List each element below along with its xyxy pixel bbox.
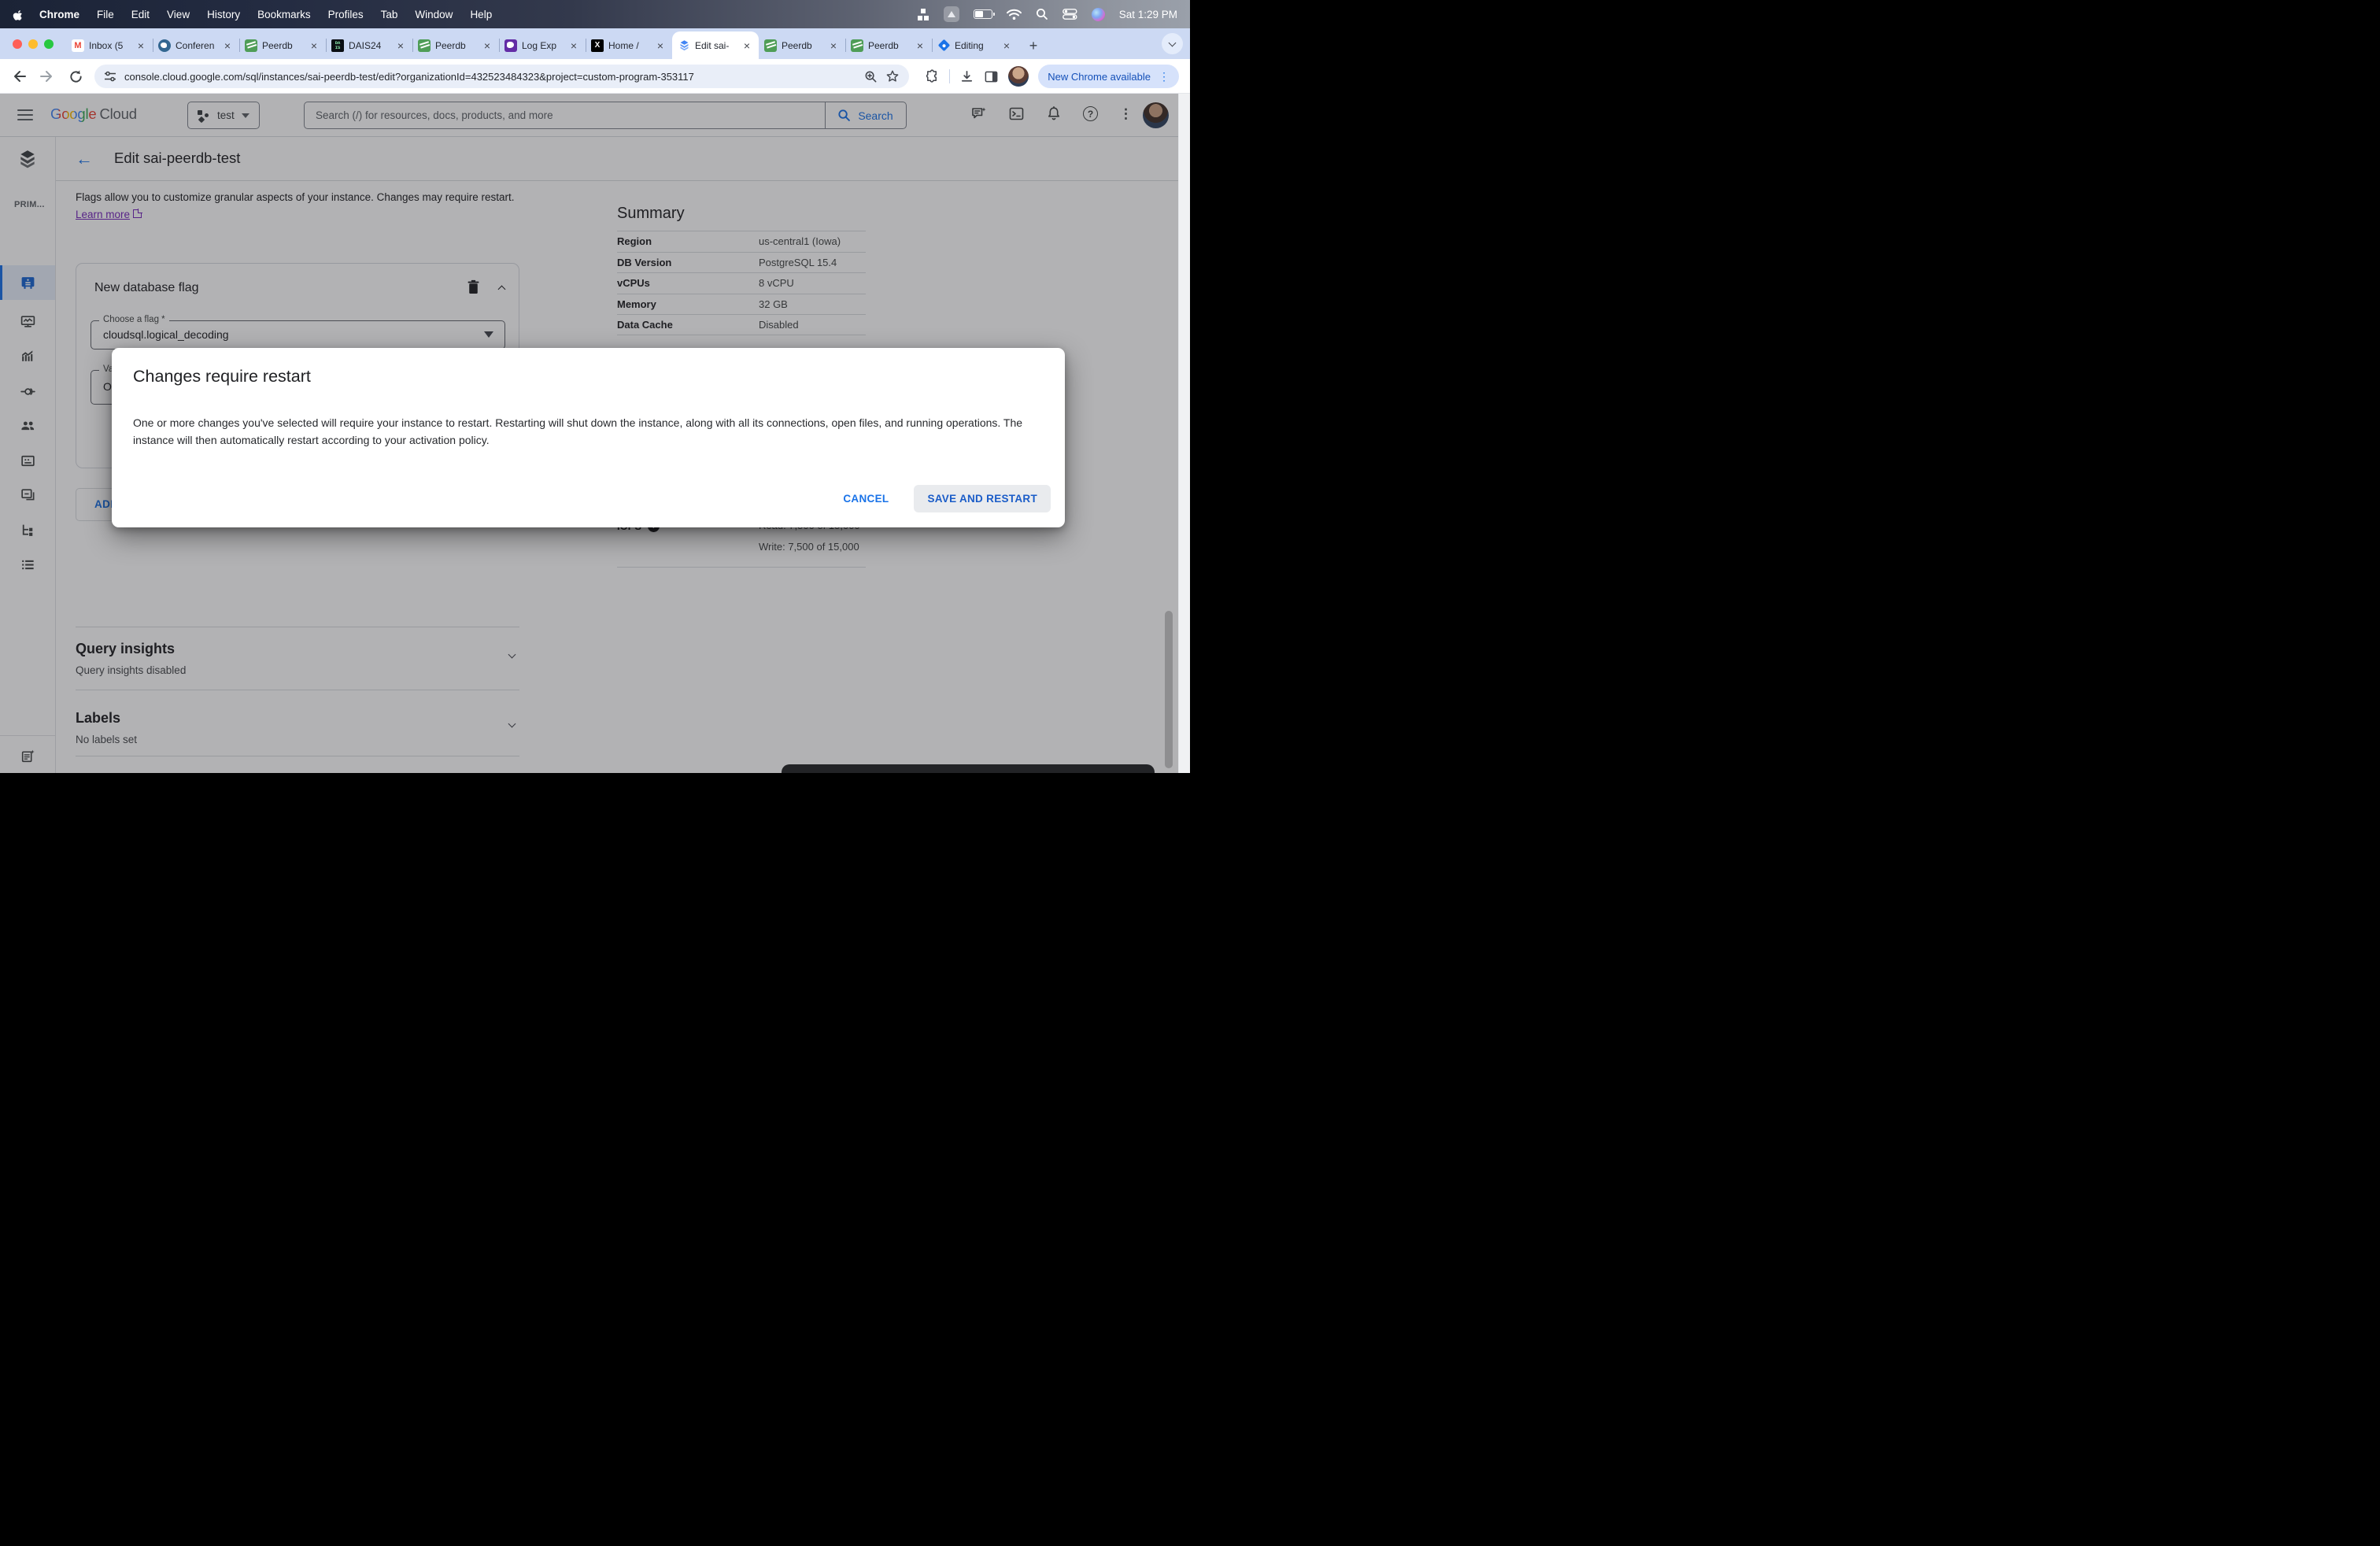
zoom-icon[interactable] — [864, 70, 878, 83]
tab-close-icon[interactable] — [827, 39, 840, 52]
back-button[interactable] — [8, 65, 30, 87]
menu-window[interactable]: Window — [415, 9, 453, 20]
tab-label: Inbox (5 — [89, 39, 124, 51]
chrome-toolbar: console.cloud.google.com/sql/instances/s… — [0, 59, 1190, 94]
extensions-icon[interactable] — [925, 68, 940, 84]
tab-conference[interactable]: Conferen — [153, 31, 239, 59]
address-bar[interactable]: console.cloud.google.com/sql/instances/s… — [94, 65, 909, 88]
menu-history[interactable]: History — [207, 9, 240, 20]
tab-close-icon[interactable] — [481, 39, 493, 52]
tab-close-icon[interactable] — [394, 39, 407, 52]
menu-bookmarks[interactable]: Bookmarks — [257, 9, 311, 20]
macos-menu-bar: Chrome File Edit View History Bookmarks … — [0, 0, 1190, 28]
dais-icon: DA IS — [331, 39, 344, 52]
diamond-icon — [937, 39, 950, 52]
tab-peerdb-4[interactable]: Peerdb — [845, 31, 932, 59]
peerdb-icon — [418, 39, 431, 52]
tab-inbox[interactable]: Inbox (5 — [66, 31, 153, 59]
window-controls — [13, 39, 54, 49]
peerdb-icon — [245, 39, 257, 52]
tab-close-icon[interactable] — [221, 39, 234, 52]
zoom-window-button[interactable] — [44, 39, 54, 49]
postgres-icon — [158, 39, 171, 52]
side-panel-icon[interactable] — [984, 69, 999, 84]
tab-label: DAIS24 — [349, 39, 382, 51]
tab-close-icon[interactable] — [914, 39, 926, 52]
tab-label: Home / — [608, 39, 639, 51]
tab-close-icon[interactable] — [135, 39, 147, 52]
tab-home-x[interactable]: Home / — [586, 31, 672, 59]
menubar-app-name[interactable]: Chrome — [39, 9, 79, 20]
tab-label: Peerdb — [782, 39, 812, 51]
menubar-app-icon[interactable] — [943, 6, 959, 22]
x-icon — [591, 39, 604, 52]
tab-close-icon[interactable] — [308, 39, 320, 52]
tab-search-button[interactable] — [1162, 33, 1183, 54]
menu-profiles[interactable]: Profiles — [328, 9, 364, 20]
chrome-update-label: New Chrome available — [1048, 70, 1151, 83]
toolbar-divider — [949, 69, 951, 83]
menu-tab[interactable]: Tab — [381, 9, 398, 20]
tab-peerdb-2[interactable]: Peerdb — [412, 31, 499, 59]
tab-label: Peerdb — [262, 39, 293, 51]
url-text[interactable]: console.cloud.google.com/sql/instances/s… — [124, 71, 856, 83]
tab-peerdb-1[interactable]: Peerdb — [239, 31, 326, 59]
control-center-icon[interactable] — [1062, 9, 1077, 20]
chrome-tab-strip: Inbox (5 Conferen Peerdb DAIS DAIS24 Pee… — [0, 28, 1190, 59]
minimize-window-button[interactable] — [28, 39, 38, 49]
browser-scrollbar-track[interactable] — [1178, 94, 1190, 773]
screen: Chrome File Edit View History Bookmarks … — [0, 0, 1190, 773]
tab-label: Conferen — [176, 39, 215, 51]
download-icon[interactable] — [959, 69, 974, 84]
new-tab-button[interactable] — [1023, 35, 1044, 56]
apple-logo-icon[interactable] — [13, 8, 25, 20]
tab-close-icon[interactable] — [741, 39, 753, 52]
reload-button[interactable] — [65, 65, 87, 87]
menu-help[interactable]: Help — [470, 9, 492, 20]
peerdb-icon — [764, 39, 777, 52]
tab-label: Editing — [955, 39, 984, 51]
tab-editing[interactable]: Editing — [932, 31, 1018, 59]
wifi-icon[interactable] — [1006, 9, 1022, 20]
siri-icon[interactable] — [1091, 7, 1105, 21]
dialog-title: Changes require restart — [133, 367, 311, 386]
forward-button[interactable] — [36, 65, 58, 87]
background-window-edge — [782, 764, 1155, 773]
chrome-profile-avatar[interactable] — [1008, 66, 1029, 87]
tabs: Inbox (5 Conferen Peerdb DAIS DAIS24 Pee… — [66, 31, 1018, 59]
window-tiling-icon[interactable] — [917, 8, 929, 20]
peerdb-icon — [851, 39, 863, 52]
bookmark-star-icon[interactable] — [885, 69, 900, 83]
spotlight-icon[interactable] — [1036, 8, 1048, 20]
chrome-menu-icon[interactable] — [1159, 70, 1170, 83]
tab-label: Peerdb — [435, 39, 466, 51]
menu-file[interactable]: File — [97, 9, 114, 20]
gmail-icon — [72, 39, 84, 52]
tab-label: Peerdb — [868, 39, 899, 51]
chrome-update-button[interactable]: New Chrome available — [1038, 65, 1179, 88]
dialog-cancel-button[interactable]: CANCEL — [838, 486, 893, 511]
restart-dialog: Changes require restart One or more chan… — [112, 348, 1065, 527]
cloud-sql-icon — [678, 39, 690, 52]
datadog-icon — [504, 39, 517, 52]
dialog-save-and-restart-button[interactable]: SAVE AND RESTART — [914, 485, 1051, 512]
tab-log-explorer[interactable]: Log Exp — [499, 31, 586, 59]
tab-dais24[interactable]: DA IS DAIS24 — [326, 31, 412, 59]
tab-peerdb-3[interactable]: Peerdb — [759, 31, 845, 59]
site-settings-icon[interactable] — [104, 70, 116, 83]
battery-icon[interactable] — [973, 9, 995, 19]
page-content: Google Cloud test Search (/) for resource… — [0, 94, 1178, 773]
tab-label: Edit sai- — [695, 39, 730, 51]
tab-edit-sai-active[interactable]: Edit sai- — [672, 31, 759, 59]
menu-edit[interactable]: Edit — [131, 9, 150, 20]
dialog-body: One or more changes you've selected will… — [133, 416, 1023, 446]
tab-close-icon[interactable] — [567, 39, 580, 52]
close-window-button[interactable] — [13, 39, 22, 49]
menubar-clock[interactable]: Sat 1:29 PM — [1119, 9, 1177, 20]
menu-view[interactable]: View — [167, 9, 190, 20]
tab-close-icon[interactable] — [654, 39, 667, 52]
tab-label: Log Exp — [522, 39, 557, 51]
tab-close-icon[interactable] — [1000, 39, 1013, 52]
